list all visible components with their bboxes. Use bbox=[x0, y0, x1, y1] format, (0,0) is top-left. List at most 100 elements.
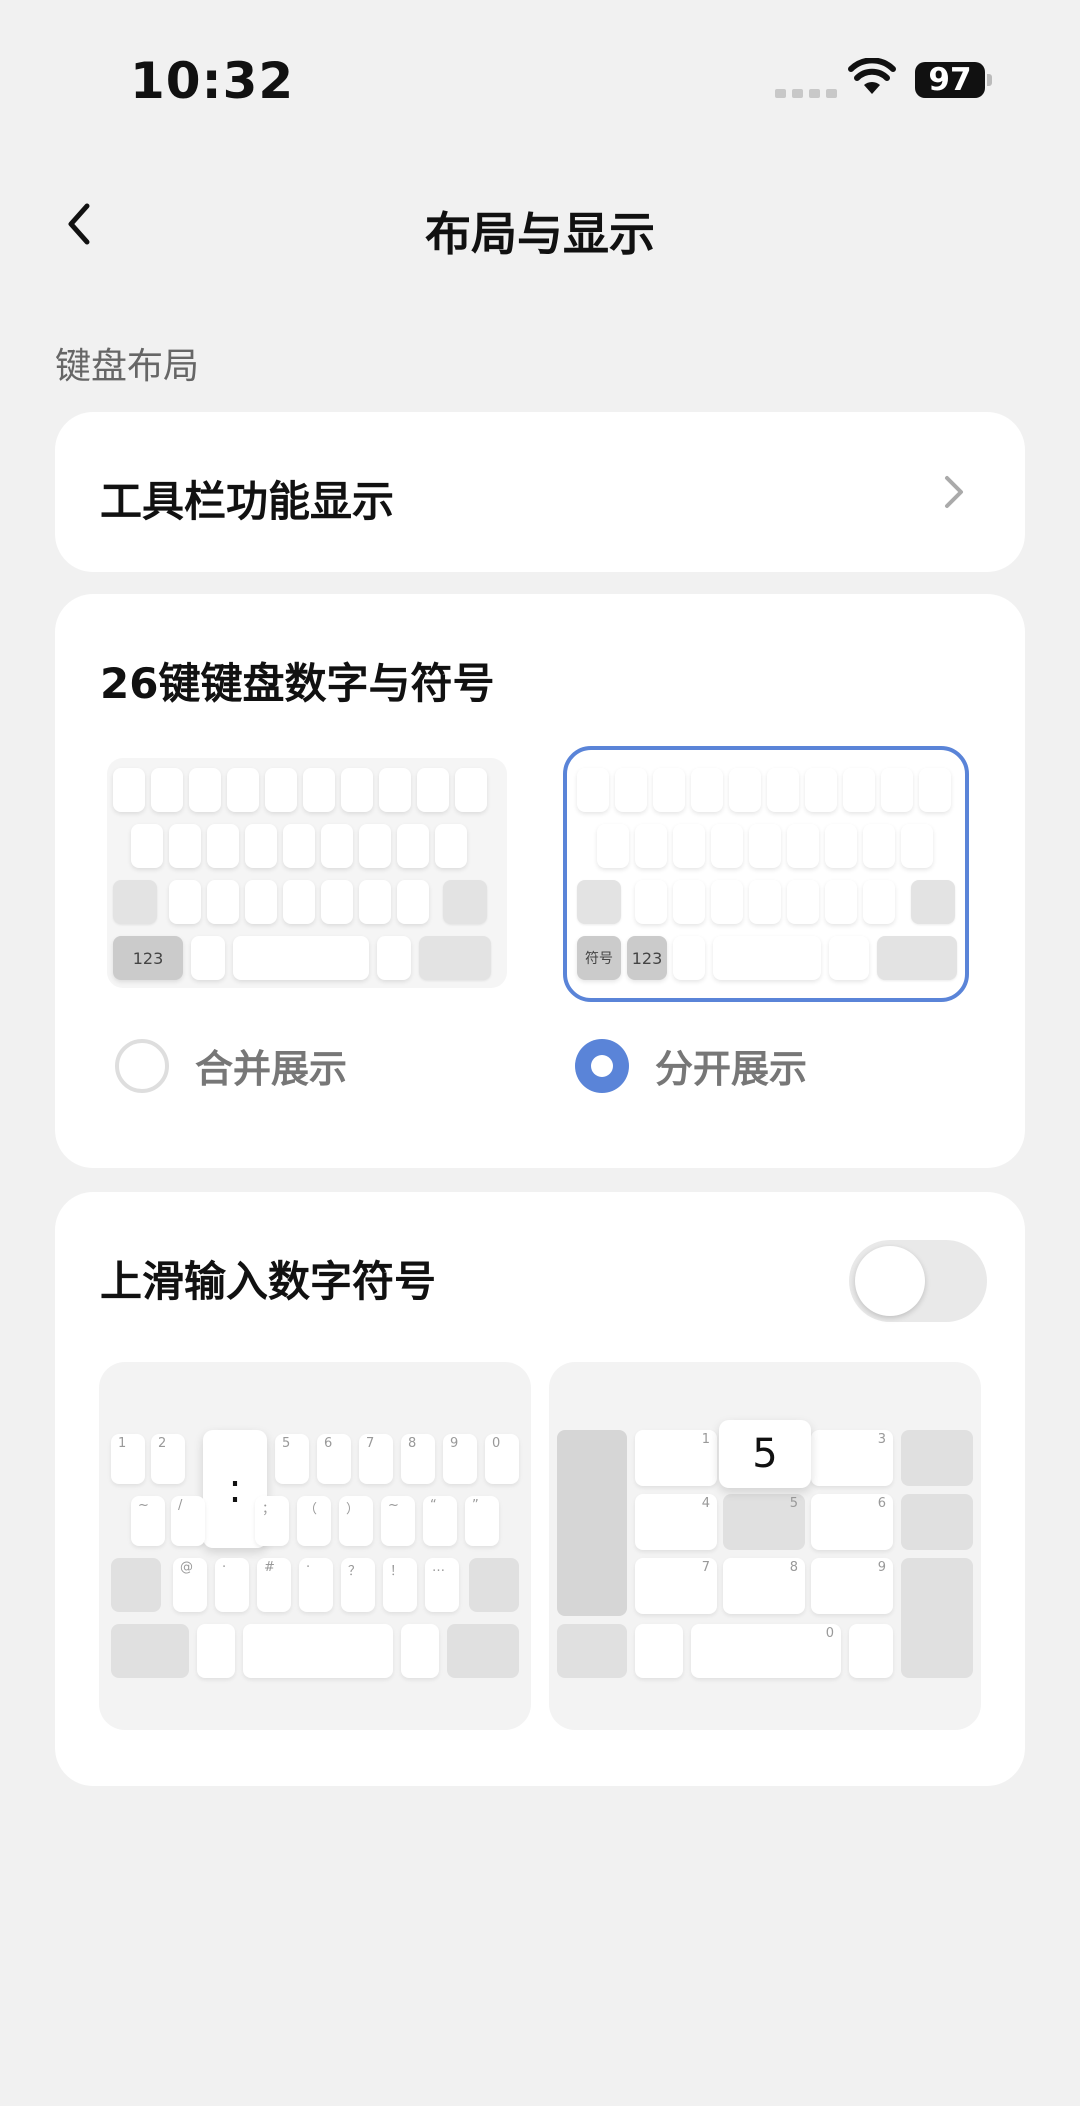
merged-keyboard-preview[interactable]: 123 bbox=[107, 758, 507, 988]
space-key bbox=[243, 1624, 393, 1678]
numbers-symbols-card: 26键键盘数字与符号 123 符号 123 合并展示 分开展示 bbox=[55, 594, 1025, 1168]
key-hint: ~ bbox=[138, 1498, 149, 1513]
space-key bbox=[233, 936, 369, 980]
preview-key bbox=[151, 768, 183, 812]
preview-key bbox=[829, 936, 869, 980]
preview-key bbox=[321, 824, 353, 868]
key-hint: 5 bbox=[789, 1496, 798, 1511]
preview-key bbox=[673, 824, 705, 868]
option-merged-display[interactable]: 合并展示 bbox=[115, 1038, 347, 1093]
key-123: 123 bbox=[113, 936, 183, 980]
key-123 bbox=[111, 1624, 189, 1678]
key-hint: 9 bbox=[450, 1436, 459, 1451]
radio-separate[interactable] bbox=[575, 1038, 629, 1093]
numpad-symbol-key bbox=[557, 1624, 627, 1678]
toolbar-function-display-row[interactable]: 工具栏功能显示 bbox=[55, 412, 1025, 572]
preview-key bbox=[207, 880, 239, 924]
preview-key bbox=[711, 880, 743, 924]
key-hint: / bbox=[178, 1498, 183, 1513]
numpad-key: 6 bbox=[811, 1494, 893, 1550]
key-symbol: 符号 bbox=[577, 936, 621, 980]
preview-key bbox=[197, 1624, 235, 1678]
key-hint: ！ bbox=[390, 1564, 404, 1579]
radio-merged[interactable] bbox=[115, 1038, 169, 1093]
preview-key: ~ bbox=[381, 1496, 415, 1546]
preview-key bbox=[825, 880, 857, 924]
preview-key bbox=[767, 768, 799, 812]
key-hint: ” bbox=[472, 1498, 479, 1513]
numpad-key-pressed: 5 bbox=[723, 1494, 805, 1550]
toolbar-function-display-label: 工具栏功能显示 bbox=[100, 477, 395, 526]
preview-key bbox=[673, 936, 705, 980]
shift-key bbox=[577, 880, 621, 924]
preview-key bbox=[245, 880, 277, 924]
preview-key bbox=[397, 824, 429, 868]
preview-key bbox=[283, 880, 315, 924]
preview-key bbox=[191, 936, 225, 980]
key-hint: 9 bbox=[877, 1560, 886, 1575]
preview-key bbox=[321, 880, 353, 924]
preview-key bbox=[615, 768, 647, 812]
page-title: 布局与显示 bbox=[425, 207, 655, 261]
status-bar: 10:32 97 bbox=[0, 0, 1080, 150]
preview-key bbox=[863, 880, 895, 924]
key-hint: @ bbox=[180, 1560, 193, 1575]
preview-key bbox=[189, 768, 221, 812]
swipe-popup-key: 5 bbox=[719, 1420, 811, 1488]
preview-key bbox=[265, 768, 297, 812]
preview-key bbox=[359, 824, 391, 868]
preview-key: ） bbox=[339, 1496, 373, 1546]
preview-key: ； bbox=[255, 1496, 289, 1546]
preview-key bbox=[577, 768, 609, 812]
preview-key: ！ bbox=[383, 1558, 417, 1612]
preview-key bbox=[635, 880, 667, 924]
status-time: 10:32 bbox=[130, 52, 295, 110]
numpad-key: 3 bbox=[811, 1430, 893, 1486]
key-hint: 5 bbox=[282, 1436, 291, 1451]
preview-key bbox=[207, 824, 239, 868]
preview-key bbox=[113, 768, 145, 812]
numpad-delete-key bbox=[901, 1430, 973, 1486]
toggle-knob bbox=[855, 1246, 925, 1316]
preview-key: @ bbox=[173, 1558, 207, 1612]
preview-key bbox=[673, 880, 705, 924]
enter-key bbox=[877, 936, 957, 980]
preview-key bbox=[901, 824, 933, 868]
key-hint: 2 bbox=[158, 1436, 167, 1451]
preview-key bbox=[919, 768, 951, 812]
preview-key: 2 bbox=[151, 1434, 185, 1484]
preview-key bbox=[863, 824, 895, 868]
key-hint: （ bbox=[304, 1502, 318, 1517]
option-separate-display[interactable]: 分开展示 bbox=[575, 1038, 807, 1093]
preview-key: / bbox=[171, 1496, 205, 1546]
key-hint: 6 bbox=[324, 1436, 333, 1451]
enter-key bbox=[419, 936, 491, 980]
key-hint: ~ bbox=[388, 1498, 399, 1513]
swipe-preview-numpad: 1 3 4 5 6 7 8 9 5 0 bbox=[549, 1362, 981, 1730]
preview-key bbox=[417, 768, 449, 812]
numpad-key: 1 bbox=[635, 1430, 717, 1486]
preview-key bbox=[881, 768, 913, 812]
preview-key bbox=[825, 824, 857, 868]
radio-separate-label: 分开展示 bbox=[655, 1047, 808, 1091]
swipe-up-toggle[interactable] bbox=[849, 1240, 987, 1322]
preview-key bbox=[597, 824, 629, 868]
key-hint: # bbox=[264, 1560, 275, 1575]
separate-keyboard-preview[interactable]: 符号 123 bbox=[563, 746, 969, 1002]
numpad-function-key bbox=[901, 1494, 973, 1550]
preview-key bbox=[653, 768, 685, 812]
preview-key: 6 bbox=[317, 1434, 351, 1484]
numpad-zero-key: 0 bbox=[691, 1624, 841, 1678]
preview-key bbox=[749, 824, 781, 868]
preview-key bbox=[729, 768, 761, 812]
radio-merged-label: 合并展示 bbox=[195, 1047, 348, 1091]
key-hint: ； bbox=[262, 1502, 276, 1517]
wifi-icon bbox=[848, 58, 896, 94]
nav-bar: 布局与显示 bbox=[0, 180, 1080, 270]
preview-key: 0 bbox=[485, 1434, 519, 1484]
preview-key: … bbox=[425, 1558, 459, 1612]
preview-key bbox=[377, 936, 411, 980]
key-hint: ） bbox=[346, 1502, 360, 1517]
preview-key bbox=[691, 768, 723, 812]
key-hint: 1 bbox=[701, 1432, 710, 1447]
